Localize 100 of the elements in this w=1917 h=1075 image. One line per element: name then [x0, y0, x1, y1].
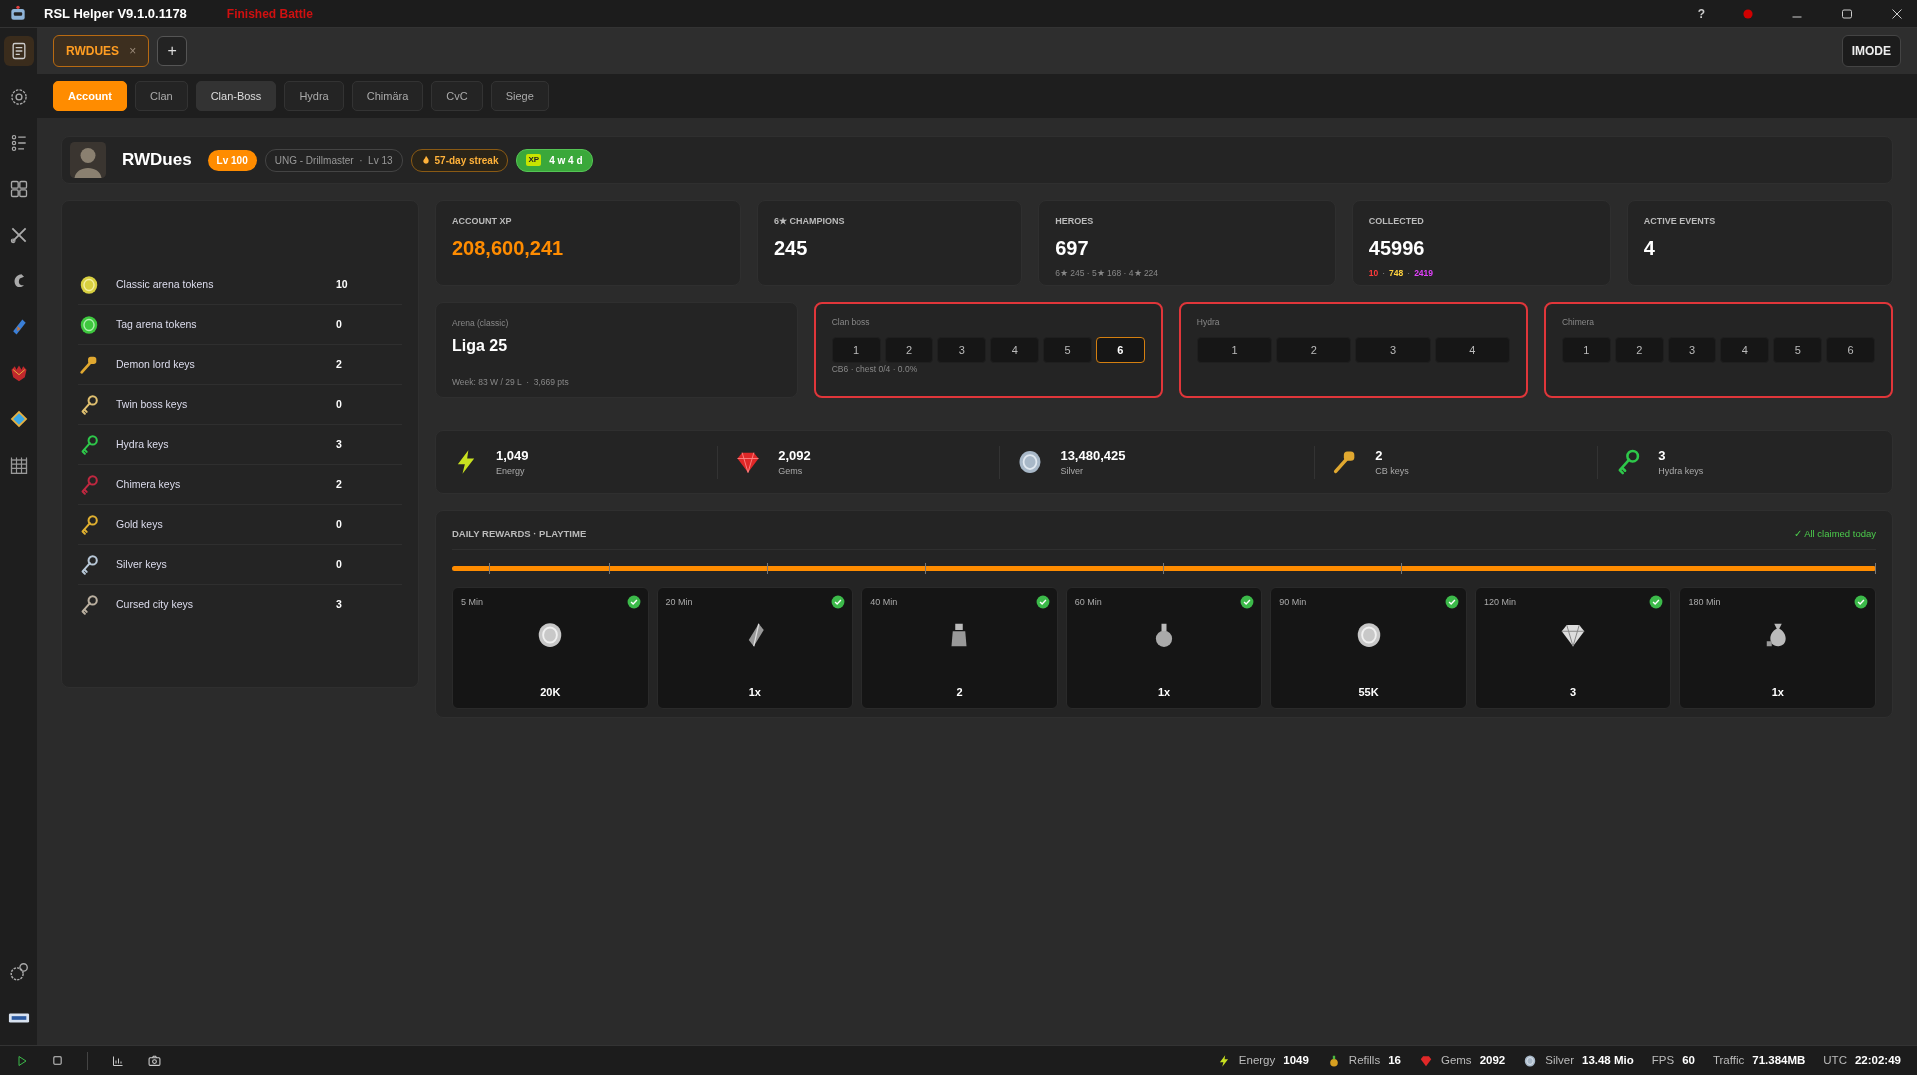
resource-label: Silver [1060, 465, 1084, 478]
clan-badge: UNG - Drillmaster · Lv 13 [264, 148, 403, 172]
status-label: Silver [1545, 1052, 1574, 1068]
player-name: RWDues [122, 149, 192, 172]
status-label: FPS [1651, 1052, 1675, 1068]
resource-label: Energy [496, 465, 526, 478]
reward-amount: 55K [1358, 684, 1379, 700]
level-button[interactable]: 4 [1720, 336, 1770, 363]
bar-chart-icon[interactable] [112, 1054, 124, 1067]
avatar-icon [70, 142, 106, 178]
gears-icon[interactable] [7, 961, 30, 983]
resource-label: CB keys [1375, 465, 1409, 478]
stat-value: 208,600,241 [452, 235, 565, 261]
status-value: 60 [1682, 1052, 1695, 1068]
reward-time: 60 Min [1074, 596, 1102, 610]
separator-dot: · [1382, 266, 1386, 280]
reward-amount: 1x [1771, 684, 1784, 700]
xp-badge: XP 4 w 4 d [516, 148, 593, 172]
panel-title: Hydra [1196, 316, 1221, 329]
tab[interactable]: CvC [431, 80, 483, 112]
settings-icon [8, 87, 29, 107]
arena-league: Liga 25 [452, 335, 509, 356]
stat-value: 45996 [1368, 235, 1426, 261]
coin-icon [78, 273, 100, 296]
close-icon[interactable] [1891, 7, 1903, 20]
level-button[interactable]: 1 [831, 336, 881, 363]
status-label: Traffic [1712, 1052, 1745, 1068]
level-button[interactable]: 5 [1773, 336, 1823, 363]
item-count: 3 [336, 597, 342, 613]
stat-note: 6★ 245 · 5★ 168 · 4★ 224 [1055, 266, 1160, 280]
reward-time: 90 Min [1279, 596, 1307, 610]
sidebar-button[interactable] [3, 36, 34, 66]
tab[interactable]: Siege [490, 80, 549, 112]
item-count: 0 [336, 516, 342, 532]
status-value: 16 [1388, 1052, 1401, 1068]
tab[interactable]: Clan [135, 80, 188, 112]
app-title: RSL Helper V9.1.0.1178 [44, 4, 187, 23]
resource-label: Gems [778, 465, 804, 478]
status-value: 13.48 Mio [1582, 1052, 1634, 1068]
item-count: 0 [336, 556, 342, 572]
reward-time: 120 Min [1483, 596, 1516, 610]
coin-icon [1523, 1053, 1538, 1068]
panel-note: CB6 · chest 0/4 · 0.0% [831, 362, 919, 376]
item-name: Classic arena tokens [116, 276, 215, 292]
level-button[interactable]: 2 [1614, 336, 1664, 363]
status-label: Refills [1348, 1052, 1381, 1068]
level-button[interactable]: 1 [1561, 336, 1611, 363]
level-button[interactable]: 2 [884, 336, 934, 363]
breakdown-value: 2419 [1414, 266, 1434, 280]
item-name: Gold keys [116, 516, 164, 532]
camera-icon[interactable] [148, 1054, 161, 1067]
item-name: Chimera keys [116, 476, 182, 492]
status-label: Gems [1440, 1052, 1472, 1068]
mode-button[interactable]: IMODE [1841, 35, 1901, 67]
coin-icon [78, 313, 100, 336]
status-value: 2092 [1479, 1052, 1506, 1068]
stat-label: HEROES [1055, 215, 1095, 228]
level-button[interactable]: 5 [1043, 336, 1092, 363]
maximize-icon[interactable] [1841, 7, 1853, 20]
status-label: Energy [1238, 1052, 1276, 1068]
tab[interactable]: Clan-Boss [195, 80, 277, 112]
level-button[interactable]: 6 [1826, 336, 1875, 363]
resource-value: 2 [1375, 446, 1384, 465]
level-button[interactable]: 3 [1355, 336, 1431, 363]
item-count: 3 [336, 436, 342, 452]
reward-amount: 2 [956, 684, 963, 700]
level-button[interactable]: 1 [1196, 336, 1273, 363]
item-count: 2 [336, 476, 342, 492]
status-text: Finished Battle [226, 5, 313, 23]
stop-icon[interactable] [52, 1055, 63, 1066]
level-button[interactable]: 2 [1276, 336, 1352, 363]
stat-value: 697 [1055, 235, 1090, 261]
stat-value: 245 [773, 235, 809, 261]
close-tab-icon[interactable]: × [129, 44, 137, 58]
record-dot-icon [1743, 8, 1753, 19]
item-name: Twin boss keys [116, 396, 189, 412]
item-name: Cursed city keys [116, 597, 195, 613]
tab[interactable]: Chimära [351, 80, 424, 112]
reward-amount: 1x [748, 684, 761, 700]
resource-label: Hydra keys [1658, 465, 1704, 478]
breakdown-value: 748 [1389, 266, 1404, 280]
stat-label: ACTIVE EVENTS [1643, 215, 1717, 228]
level-button[interactable]: 6 [1095, 336, 1145, 363]
play-icon[interactable] [16, 1054, 28, 1067]
reward-amount: 20K [540, 684, 561, 700]
add-tab-button[interactable]: + [157, 36, 188, 66]
flame-icon [420, 155, 431, 165]
status-value: 1049 [1283, 1052, 1309, 1068]
tab[interactable]: Hydra [284, 80, 344, 112]
resource-value: 13,480,425 [1060, 446, 1126, 465]
item-name: Silver keys [116, 556, 168, 572]
level-button[interactable]: 3 [1667, 336, 1717, 363]
item-name: Tag arena tokens [116, 316, 198, 332]
level-button[interactable]: 4 [990, 336, 1040, 363]
session-tab[interactable]: RWDUES × [53, 35, 150, 67]
item-name: Demon lord keys [116, 356, 196, 372]
level-button[interactable]: 4 [1434, 336, 1510, 363]
item-count: 10 [336, 276, 348, 292]
help-button[interactable]: ? [1697, 7, 1705, 20]
level-button[interactable]: 3 [937, 336, 987, 363]
